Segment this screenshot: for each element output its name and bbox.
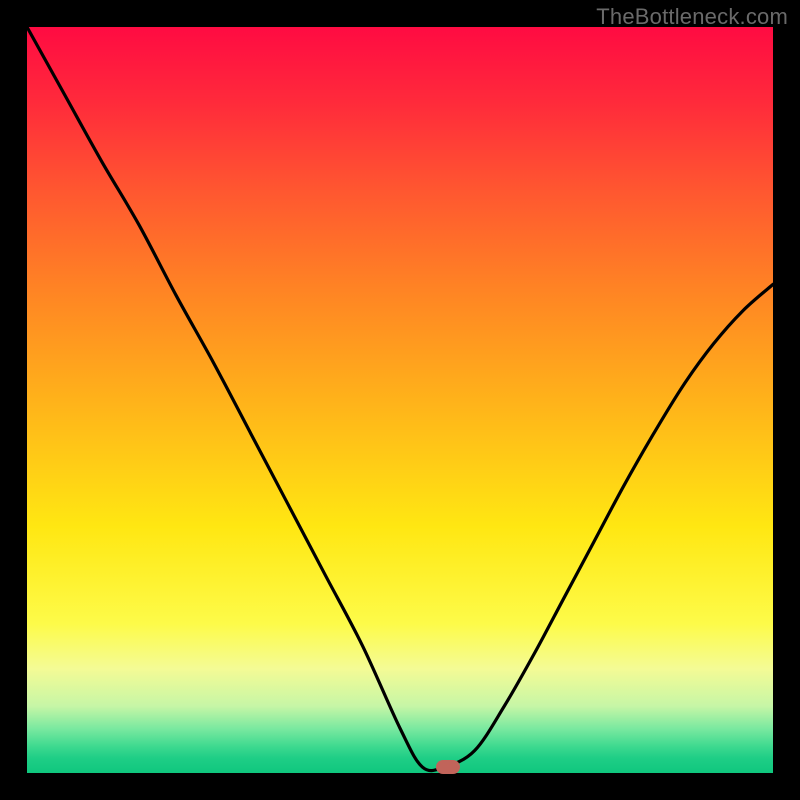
optimum-marker [436,760,460,774]
plot-area [27,27,773,773]
chart-frame: TheBottleneck.com [0,0,800,800]
bottleneck-curve [27,27,773,773]
